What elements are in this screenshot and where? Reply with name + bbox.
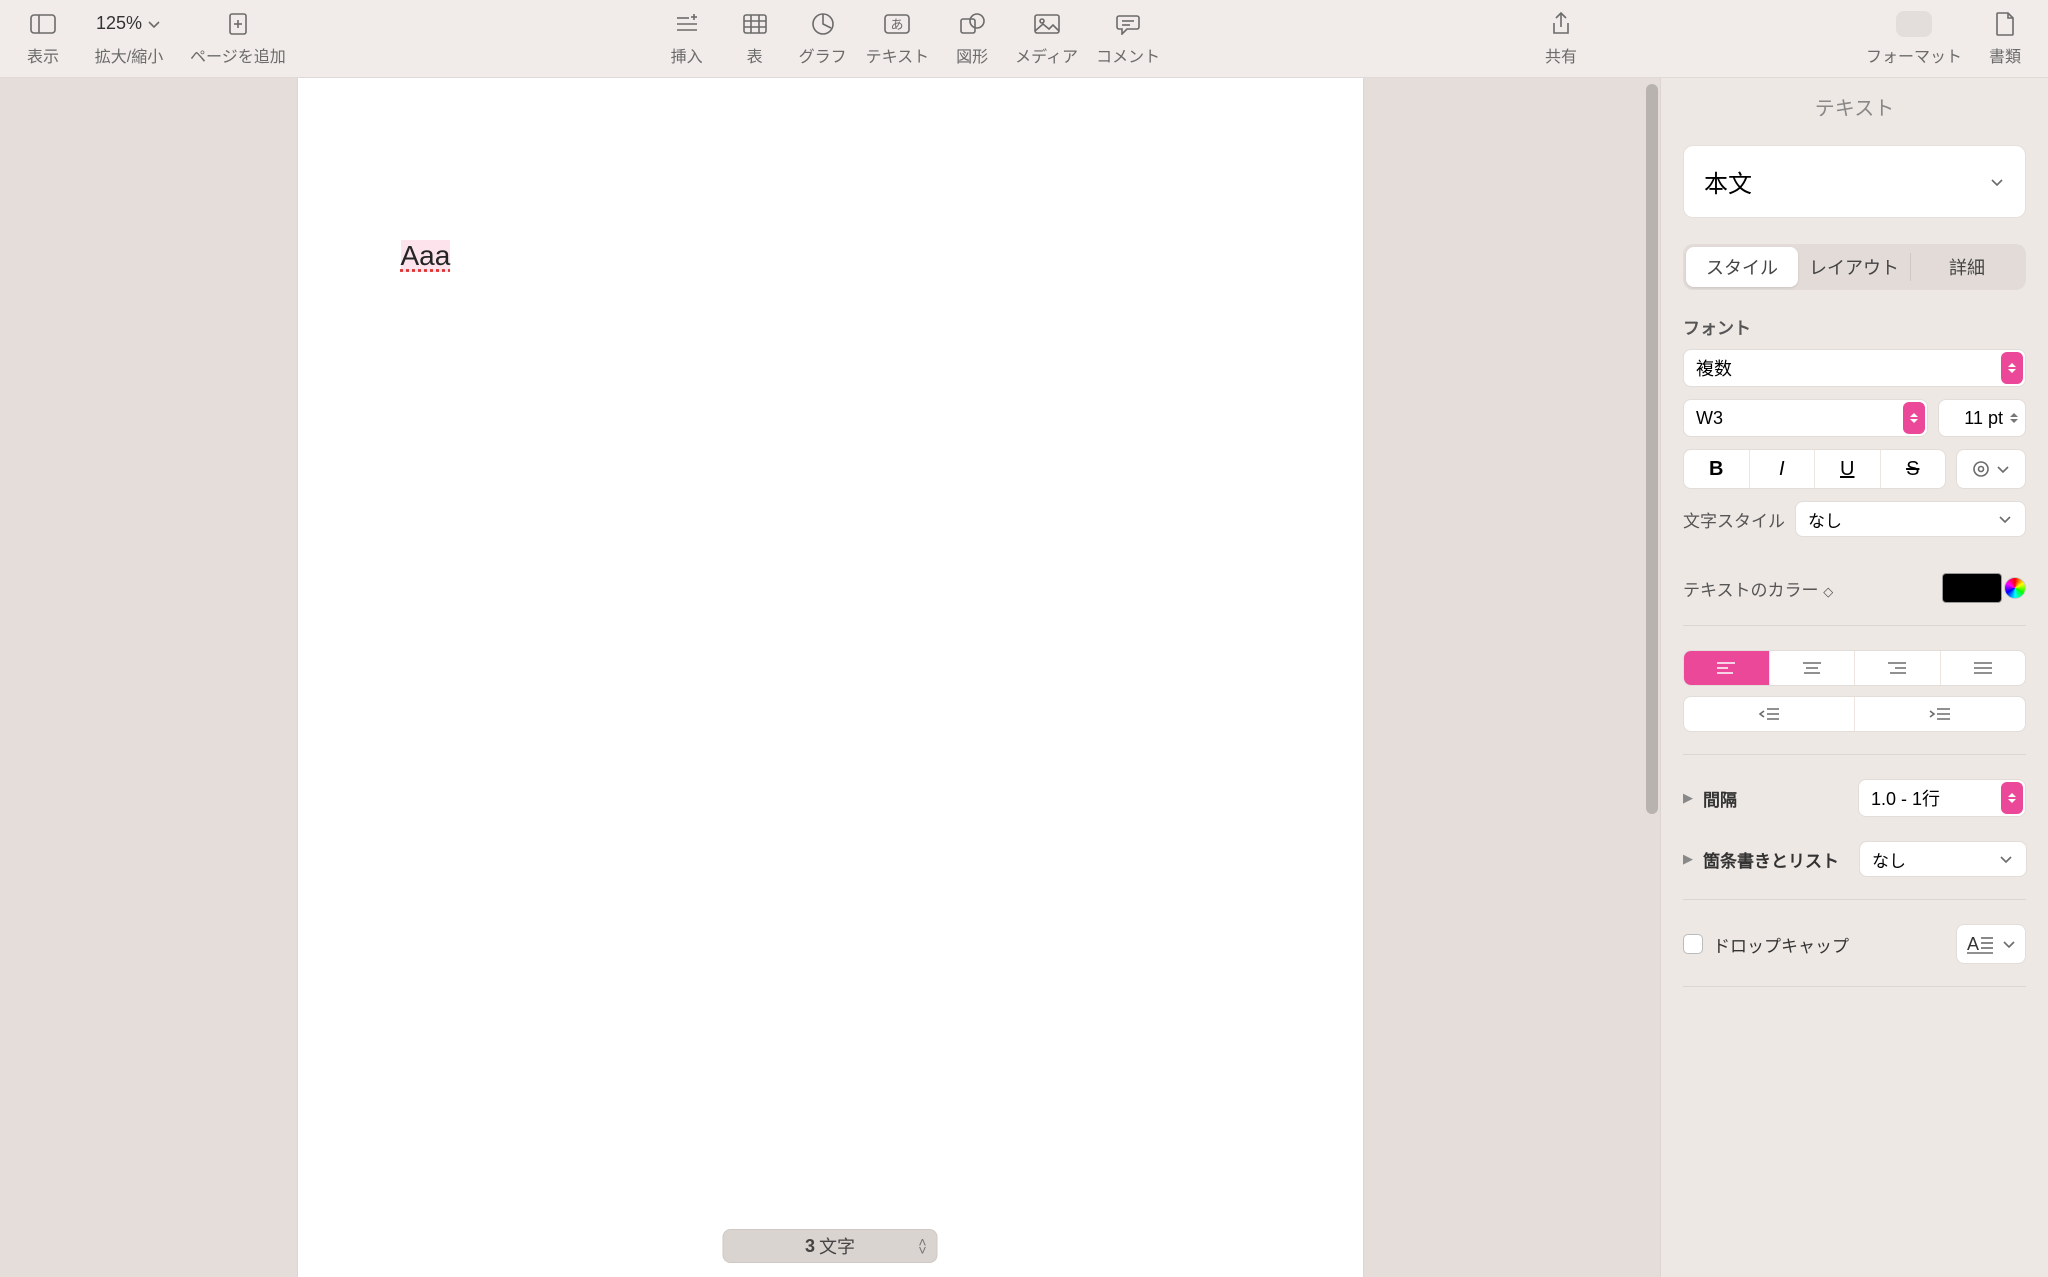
chevron-down-icon	[1998, 851, 2014, 867]
media-button[interactable]: メディア	[1015, 11, 1078, 67]
chevron-down-icon	[1997, 511, 2013, 527]
table-icon	[740, 11, 770, 37]
shape-icon	[957, 11, 987, 37]
bullets-label: 箇条書きとリスト	[1703, 847, 1839, 872]
text-color-swatch[interactable]	[1942, 573, 2002, 603]
stepper-icon[interactable]	[2001, 352, 2023, 384]
comment-button[interactable]: コメント	[1096, 11, 1160, 67]
inspector-panel: テキスト 本文 スタイル レイアウト 詳細 フォント 複数 W3	[1660, 78, 2048, 1277]
horizontal-align-segmented	[1683, 650, 2026, 686]
indent-segmented	[1683, 696, 2026, 732]
stepper-icon[interactable]	[2006, 403, 2022, 433]
toolbar: 表示 125% 拡大/縮小 ページを追加 挿入 表 グラフ あ テキスト	[0, 0, 2048, 78]
spacing-label: 間隔	[1703, 786, 1737, 811]
align-right-button[interactable]	[1855, 651, 1941, 685]
strikethrough-button[interactable]: S	[1881, 450, 1946, 488]
tab-layout[interactable]: レイアウト	[1798, 247, 1910, 287]
align-center-button[interactable]	[1770, 651, 1856, 685]
stepper-icon[interactable]: ˄˅	[918, 1238, 926, 1254]
zoom-button[interactable]: 125% 拡大/縮小	[86, 10, 172, 67]
disclosure-triangle-icon[interactable]: ▶	[1683, 790, 1693, 806]
font-size-field[interactable]: 11 pt	[1938, 399, 2026, 437]
chevron-down-icon	[1989, 174, 2005, 190]
canvas-area[interactable]: Aaa 3 文字 ˄˅	[0, 78, 1660, 1277]
inspector-tabs: スタイル レイアウト 詳細	[1683, 244, 2026, 290]
dropcap-label: ドロップキャップ	[1713, 932, 1849, 957]
shape-button[interactable]: 図形	[947, 11, 997, 67]
spacing-dropdown[interactable]: 1.0 - 1行	[1858, 779, 2026, 817]
chevron-down-icon	[2001, 936, 2017, 952]
plus-page-icon	[223, 11, 253, 37]
vertical-scrollbar[interactable]	[1646, 84, 1658, 814]
document-text[interactable]: Aaa	[401, 240, 451, 272]
text-button[interactable]: あ テキスト	[866, 11, 930, 67]
view-label: 表示	[27, 43, 59, 67]
format-button[interactable]: フォーマット	[1866, 11, 1962, 67]
textbox-icon: あ	[882, 11, 912, 37]
zoom-value[interactable]: 125%	[86, 10, 172, 37]
view-button[interactable]: 表示	[18, 10, 68, 67]
indent-button[interactable]	[1855, 697, 2025, 731]
disclosure-triangle-icon[interactable]: ▶	[1683, 851, 1693, 867]
spacing-row: ▶ 間隔 1.0 - 1行	[1683, 779, 2026, 817]
text-style-segmented: B I U S	[1683, 449, 1946, 489]
stepper-icon[interactable]	[2001, 782, 2023, 814]
bullets-dropdown[interactable]: なし	[1859, 841, 2027, 877]
bullets-row: ▶ 箇条書きとリスト なし	[1683, 841, 2026, 877]
insert-button[interactable]: 挿入	[662, 11, 712, 67]
align-left-button[interactable]	[1684, 651, 1770, 685]
chart-icon	[808, 11, 838, 37]
align-justify-button[interactable]	[1941, 651, 2026, 685]
underline-button[interactable]: U	[1815, 450, 1881, 488]
font-family-dropdown[interactable]: 複数	[1683, 349, 2026, 387]
bold-button[interactable]: B	[1684, 450, 1750, 488]
tab-more[interactable]: 詳細	[1911, 247, 2023, 287]
svg-text:A: A	[1967, 934, 1979, 954]
document-button[interactable]: 書類	[1980, 11, 2030, 67]
font-section-label: フォント	[1683, 314, 2026, 339]
inspector-title: テキスト	[1661, 78, 2048, 131]
paragraph-style-dropdown[interactable]: 本文	[1683, 145, 2026, 218]
text-color-row: テキストのカラー ◇	[1683, 573, 2026, 603]
table-button[interactable]: 表	[730, 11, 780, 67]
outdent-button[interactable]	[1684, 697, 1855, 731]
font-typeface-dropdown[interactable]: W3	[1683, 399, 1928, 437]
add-page-label: ページを追加	[190, 43, 286, 67]
share-icon	[1546, 11, 1576, 37]
document-page[interactable]: Aaa	[298, 78, 1363, 1277]
text-color-label: テキストのカラー	[1683, 581, 1819, 600]
add-page-button[interactable]: ページを追加	[190, 10, 286, 67]
chevron-down-icon	[146, 16, 162, 32]
chevron-down-icon	[1995, 461, 2011, 477]
stepper-icon[interactable]	[1903, 402, 1925, 434]
dropcap-icon: A	[1965, 933, 1995, 955]
main-area: Aaa 3 文字 ˄˅ テキスト 本文 スタイル レイアウト 詳細 フォント 複…	[0, 78, 2048, 1277]
alignment-section	[1683, 650, 2026, 732]
font-section: フォント 複数 W3 11 pt B	[1683, 314, 2026, 549]
tab-style[interactable]: スタイル	[1686, 247, 1798, 287]
comment-icon	[1113, 11, 1143, 37]
dropcap-row: ドロップキャップ A	[1683, 924, 2026, 964]
advanced-options-button[interactable]	[1956, 449, 2026, 489]
gear-icon	[1971, 459, 1991, 479]
char-count-value: 3	[805, 1236, 815, 1257]
char-counter[interactable]: 3 文字 ˄˅	[723, 1229, 938, 1263]
italic-button[interactable]: I	[1750, 450, 1816, 488]
char-style-label: 文字スタイル	[1683, 507, 1785, 532]
format-icon	[1896, 11, 1932, 37]
dropcap-checkbox[interactable]	[1683, 934, 1703, 954]
share-button[interactable]: 共有	[1536, 11, 1586, 67]
media-icon	[1032, 11, 1062, 37]
char-count-label: 文字	[819, 1233, 855, 1259]
document-icon	[1990, 11, 2020, 37]
color-wheel-button[interactable]	[2004, 577, 2026, 599]
insert-icon	[672, 11, 702, 37]
chart-button[interactable]: グラフ	[798, 11, 848, 67]
sidebar-icon	[28, 11, 58, 37]
dropcap-style-button[interactable]: A	[1956, 924, 2026, 964]
svg-text:あ: あ	[891, 17, 904, 32]
zoom-label: 拡大/縮小	[95, 43, 163, 67]
char-style-dropdown[interactable]: なし	[1795, 501, 2026, 537]
